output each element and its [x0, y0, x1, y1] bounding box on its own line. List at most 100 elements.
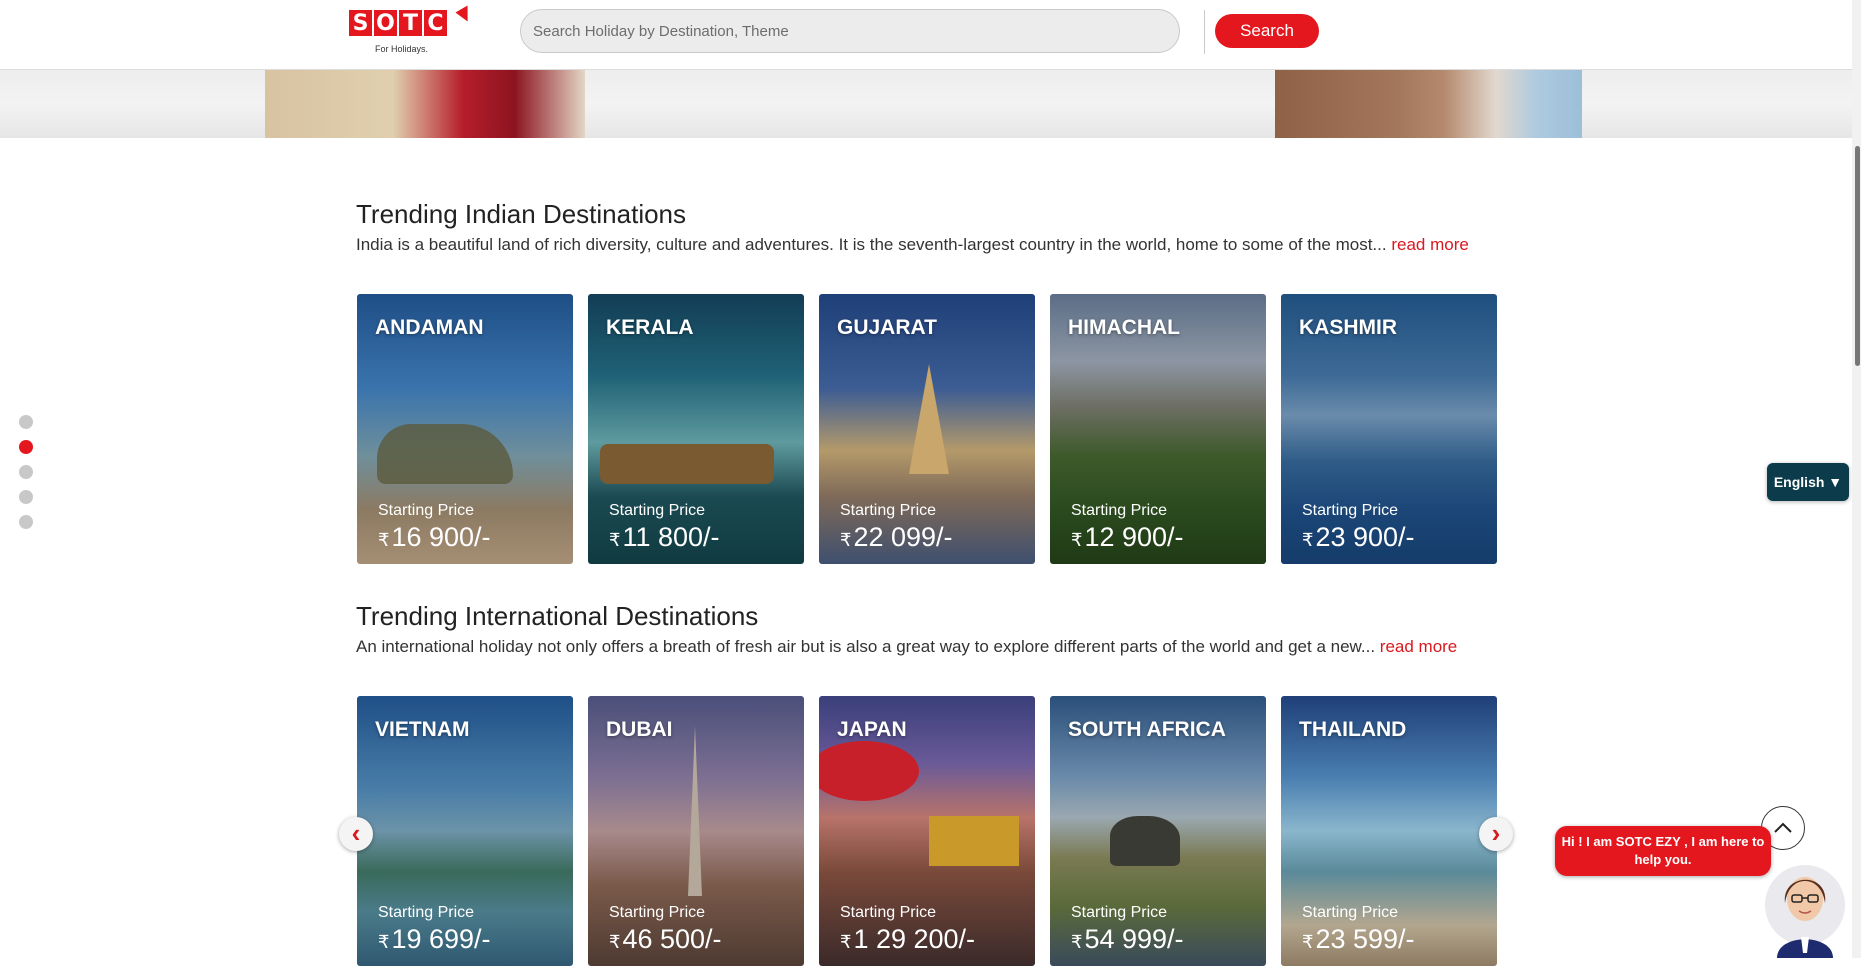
- card-price: ₹11 800/-: [609, 522, 720, 553]
- rock-arch-shape: [377, 424, 513, 484]
- card-price-label: Starting Price: [378, 904, 475, 921]
- rupee-icon: ₹: [1071, 530, 1083, 550]
- card-price-value: 22 099/-: [853, 522, 953, 552]
- page-scrollbar-track[interactable]: [1852, 0, 1861, 958]
- destination-card-gujarat[interactable]: GUJARAT Starting Price ₹22 099/-: [819, 294, 1035, 564]
- card-title: VIETNAM: [375, 718, 470, 741]
- card-price-label: Starting Price: [1071, 502, 1168, 519]
- card-price: ₹16 900/-: [378, 522, 491, 553]
- destination-card-himachal[interactable]: HIMACHAL Starting Price ₹12 900/-: [1050, 294, 1266, 564]
- destination-card-dubai[interactable]: DUBAI Starting Price ₹46 500/-: [588, 696, 804, 966]
- international-section-title: Trending International Destinations: [356, 601, 759, 631]
- rupee-icon: ₹: [609, 932, 621, 952]
- card-price-value: 46 500/-: [622, 924, 722, 954]
- umbrella-shape: [819, 741, 919, 801]
- card-price: ₹23 599/-: [1302, 924, 1415, 955]
- destination-card-japan[interactable]: JAPAN Starting Price ₹1 29 200/-: [819, 696, 1035, 966]
- section-dot[interactable]: [19, 515, 33, 529]
- card-price-value: 16 900/-: [391, 522, 491, 552]
- carousel-prev-arrow-icon[interactable]: ‹: [339, 817, 373, 851]
- card-price: ₹19 699/-: [378, 924, 491, 955]
- section-dot-active[interactable]: [19, 440, 33, 454]
- card-price-label: Starting Price: [609, 502, 706, 519]
- indian-destination-row: ANDAMAN Starting Price ₹16 900/- KERALA …: [357, 294, 1497, 564]
- rupee-icon: ₹: [1302, 530, 1314, 550]
- card-title: KASHMIR: [1299, 316, 1397, 339]
- card-price-label: Starting Price: [1302, 904, 1399, 921]
- card-title: KERALA: [606, 316, 694, 339]
- rupee-icon: ₹: [1071, 932, 1083, 952]
- card-title: JAPAN: [837, 718, 907, 741]
- card-price-value: 19 699/-: [391, 924, 491, 954]
- rupee-icon: ₹: [378, 932, 390, 952]
- hero-image-left: [265, 70, 585, 138]
- language-selector[interactable]: English ▼: [1767, 463, 1849, 501]
- section-dot[interactable]: [19, 415, 33, 429]
- rupee-icon: ₹: [378, 530, 390, 550]
- card-price: ₹46 500/-: [609, 924, 722, 955]
- card-price-label: Starting Price: [840, 904, 937, 921]
- logo-letter: T: [399, 10, 422, 36]
- section-nav-dots: [19, 415, 33, 540]
- card-price: ₹22 099/-: [840, 522, 953, 553]
- page-scrollbar-thumb[interactable]: [1855, 146, 1860, 366]
- international-destination-row: VIETNAM Starting Price ₹19 699/- DUBAI S…: [357, 696, 1497, 966]
- card-price-value: 1 29 200/-: [853, 924, 976, 954]
- chat-greeting-bubble[interactable]: Hi ! I am SOTC EZY , I am here to help y…: [1555, 826, 1771, 876]
- rupee-icon: ₹: [840, 932, 852, 952]
- card-title: SOUTH AFRICA: [1068, 718, 1226, 741]
- card-title: DUBAI: [606, 718, 673, 741]
- logo-letter: S: [349, 10, 372, 36]
- logo-tagline: For Holidays.: [375, 44, 429, 54]
- international-read-more-link[interactable]: read more: [1380, 637, 1457, 656]
- destination-card-kashmir[interactable]: KASHMIR Starting Price ₹23 900/-: [1281, 294, 1497, 564]
- logo-letter: C: [424, 10, 447, 36]
- card-price-value: 11 800/-: [622, 522, 720, 552]
- destination-card-south-africa[interactable]: SOUTH AFRICA Starting Price ₹54 999/-: [1050, 696, 1266, 966]
- card-price-label: Starting Price: [1302, 502, 1399, 519]
- houseboat-shape: [600, 444, 774, 484]
- card-price-value: 12 900/-: [1084, 522, 1184, 552]
- destination-card-thailand[interactable]: THAILAND Starting Price ₹23 599/-: [1281, 696, 1497, 966]
- card-price-label: Starting Price: [609, 904, 706, 921]
- section-dot[interactable]: [19, 490, 33, 504]
- hero-image-right: [1275, 70, 1582, 138]
- card-price-label: Starting Price: [1071, 904, 1168, 921]
- rupee-icon: ₹: [840, 530, 852, 550]
- card-price: ₹54 999/-: [1071, 924, 1184, 955]
- indian-read-more-link[interactable]: read more: [1391, 235, 1468, 254]
- card-price-label: Starting Price: [840, 502, 937, 519]
- destination-card-kerala[interactable]: KERALA Starting Price ₹11 800/-: [588, 294, 804, 564]
- card-price-label: Starting Price: [378, 502, 475, 519]
- pagoda-shape: [929, 816, 1019, 866]
- burj-tower-shape: [688, 726, 702, 896]
- card-title: GUJARAT: [837, 316, 937, 339]
- chatbot-avatar[interactable]: [1763, 853, 1845, 958]
- chevron-up-icon: [1774, 822, 1792, 833]
- destination-card-vietnam[interactable]: VIETNAM Starting Price ₹19 699/-: [357, 696, 573, 966]
- card-price: ₹1 29 200/-: [840, 924, 975, 955]
- header-divider: [1204, 10, 1205, 54]
- card-price: ₹12 900/-: [1071, 522, 1184, 553]
- card-price-value: 23 599/-: [1315, 924, 1415, 954]
- card-price: ₹23 900/-: [1302, 522, 1415, 553]
- indian-section-description: India is a beautiful land of rich divers…: [356, 233, 1506, 256]
- search-button[interactable]: Search: [1215, 14, 1319, 48]
- carousel-next-arrow-icon[interactable]: ›: [1479, 817, 1513, 851]
- indian-description-text: India is a beautiful land of rich divers…: [356, 235, 1387, 254]
- site-header: S O T C For Holidays. Search: [0, 0, 1852, 70]
- rupee-icon: ₹: [1302, 932, 1314, 952]
- international-description-text: An international holiday not only offers…: [356, 637, 1376, 656]
- hero-banner: [0, 70, 1852, 138]
- temple-spire-shape: [909, 364, 949, 474]
- card-price-value: 23 900/-: [1315, 522, 1415, 552]
- card-title: THAILAND: [1299, 718, 1407, 741]
- indian-section-title: Trending Indian Destinations: [356, 199, 687, 229]
- search-input[interactable]: [520, 9, 1180, 53]
- card-price-value: 54 999/-: [1084, 924, 1184, 954]
- destination-card-andaman[interactable]: ANDAMAN Starting Price ₹16 900/-: [357, 294, 573, 564]
- card-title: ANDAMAN: [375, 316, 484, 339]
- section-dot[interactable]: [19, 465, 33, 479]
- sotc-logo[interactable]: S O T C For Holidays.: [349, 5, 475, 56]
- card-title: HIMACHAL: [1068, 316, 1180, 339]
